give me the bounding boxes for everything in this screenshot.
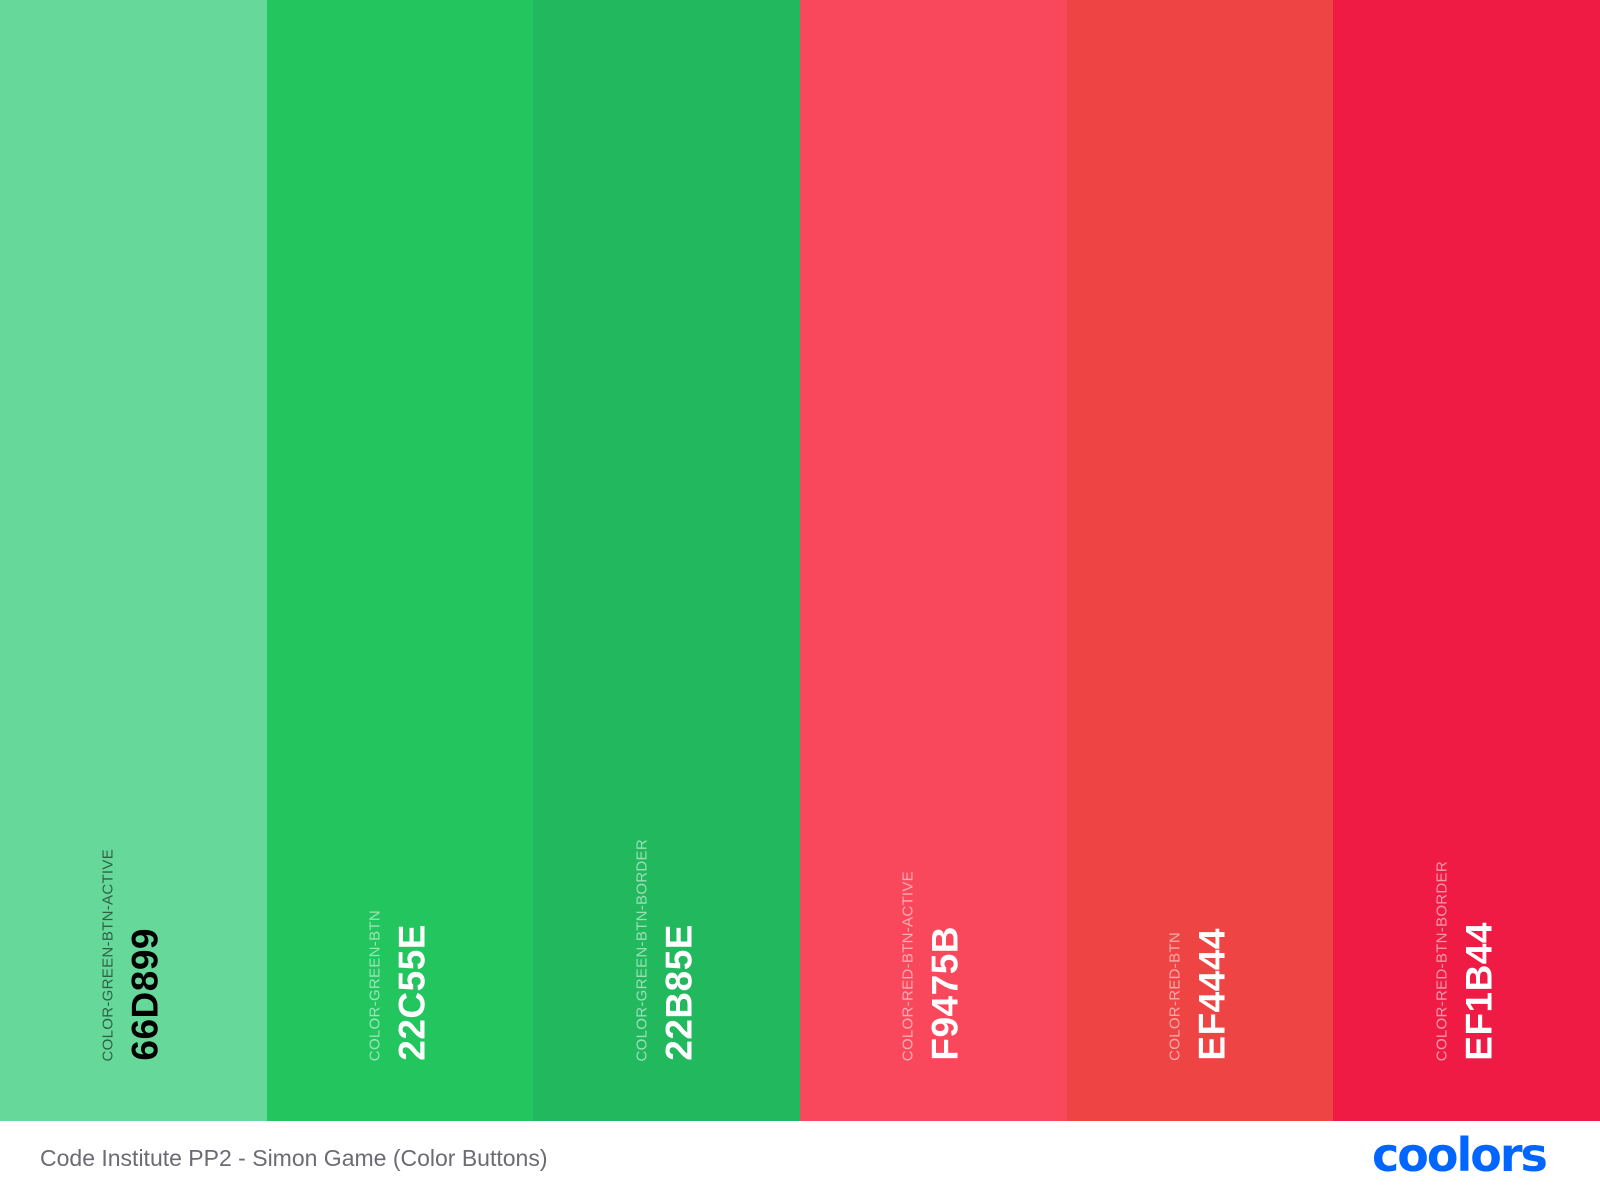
swatch-hex[interactable]: EF4444 [1192, 928, 1234, 1061]
footer: Code Institute PP2 - Simon Game (Color B… [0, 1121, 1600, 1200]
color-swatch[interactable]: COLOR-GREEN-BTN-ACTIVE 66D899 [0, 0, 267, 1121]
color-swatch[interactable]: COLOR-RED-BTN-BORDER EF1B44 [1333, 0, 1600, 1121]
swatch-labels: COLOR-GREEN-BTN 22C55E [367, 910, 434, 1061]
svg-text:coolors: coolors [1372, 1131, 1547, 1182]
swatch-labels: COLOR-GREEN-BTN-ACTIVE 66D899 [100, 849, 167, 1061]
swatch-labels: COLOR-RED-BTN-ACTIVE F9475B [900, 871, 967, 1061]
palette-title: Code Institute PP2 - Simon Game (Color B… [40, 1145, 548, 1171]
swatch-name: COLOR-GREEN-BTN-BORDER [633, 838, 651, 1061]
color-swatch[interactable]: COLOR-GREEN-BTN-BORDER 22B85E [533, 0, 801, 1121]
swatch-hex[interactable]: F9475B [925, 926, 967, 1061]
swatch-hex[interactable]: 22C55E [392, 924, 434, 1061]
color-swatch[interactable]: COLOR-RED-BTN-ACTIVE F9475B [800, 0, 1067, 1121]
coolors-logo-icon: coolors [1372, 1128, 1549, 1182]
swatch-hex[interactable]: 66D899 [125, 928, 167, 1061]
color-palette: COLOR-GREEN-BTN-ACTIVE 66D899 COLOR-GREE… [0, 0, 1600, 1121]
swatch-hex[interactable]: EF1B44 [1458, 922, 1500, 1061]
swatch-labels: COLOR-GREEN-BTN-BORDER 22B85E [633, 839, 700, 1061]
coolors-logo[interactable]: coolors [1372, 1128, 1562, 1188]
color-swatch[interactable]: COLOR-GREEN-BTN 22C55E [266, 0, 534, 1121]
color-swatch[interactable]: COLOR-RED-BTN EF4444 [1066, 0, 1334, 1121]
swatch-name: COLOR-RED-BTN [1166, 932, 1184, 1061]
swatch-labels: COLOR-RED-BTN-BORDER EF1B44 [1433, 861, 1500, 1061]
swatch-labels: COLOR-RED-BTN EF4444 [1167, 928, 1234, 1061]
swatch-name: COLOR-GREEN-BTN [366, 909, 384, 1061]
swatch-hex[interactable]: 22B85E [658, 924, 700, 1061]
swatch-name: COLOR-RED-BTN-BORDER [1433, 860, 1451, 1061]
swatch-name: COLOR-RED-BTN-ACTIVE [899, 870, 917, 1061]
swatch-name: COLOR-GREEN-BTN-ACTIVE [99, 848, 117, 1061]
